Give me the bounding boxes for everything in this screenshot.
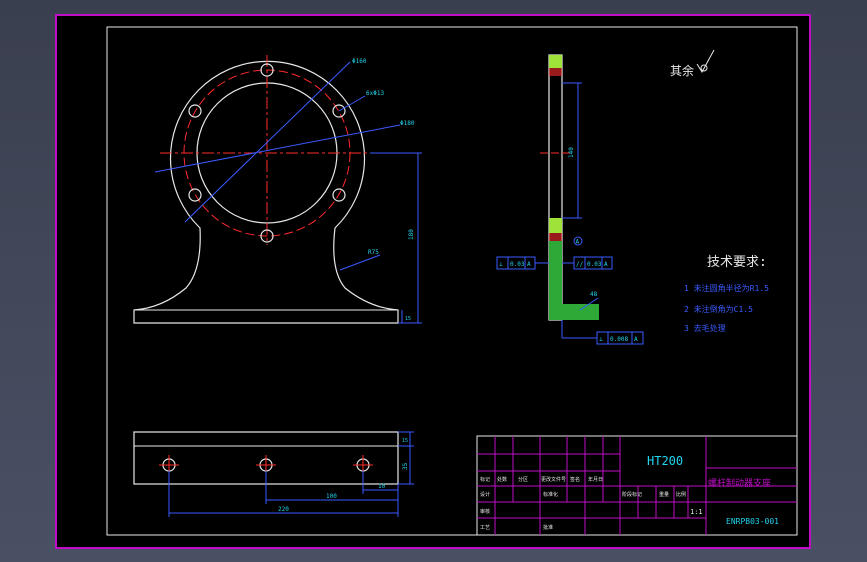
tb-label: 审核 — [480, 508, 490, 515]
tb-label: 分区 — [518, 476, 528, 483]
hatch-mid — [549, 218, 562, 233]
dim-flange: 48 — [590, 291, 598, 298]
cad-viewport[interactable]: Φ160 6xΦ13 Φ180 R75 180 15 140 48 A ⊥ 0.… — [0, 0, 867, 562]
drawing-number: ENRPB03-001 — [726, 517, 779, 526]
dim-bolt-circle: Φ160 — [352, 58, 367, 65]
tol-left-value: 0.03 — [510, 261, 525, 268]
part-name: 螺杆制动器支座 — [708, 477, 771, 489]
tol-right-symbol: // — [576, 261, 584, 268]
tb-label: 签名 — [570, 476, 580, 483]
dim-length: 140 — [568, 147, 575, 158]
tol-bottom-datum: A — [634, 336, 638, 343]
tb-label: 处数 — [497, 476, 507, 483]
material: HT200 — [647, 454, 683, 468]
tol-left-symbol: ⊥ — [499, 261, 503, 268]
dim-end-offset: 10 — [378, 483, 386, 490]
tb-label: 设计 — [480, 491, 490, 498]
tb-label: 比例 — [676, 491, 686, 498]
datum-label: A — [576, 239, 580, 246]
side-view-hole-bottom — [549, 233, 562, 241]
dim-outer: Φ180 — [400, 120, 415, 127]
dim-thickness: 15 — [402, 438, 408, 444]
tol-left-datum: A — [527, 261, 531, 268]
tb-label: 批准 — [543, 524, 553, 531]
tb-label: 更改文件号 — [541, 476, 566, 483]
side-view-hole-top — [549, 68, 562, 76]
tol-right-datum: A — [604, 261, 608, 268]
dim-height: 180 — [408, 229, 415, 240]
tech-note: 1 未注圆角半径为R1.5 — [684, 283, 769, 293]
tech-note: 3 去毛处理 — [684, 323, 726, 333]
scale-value: 1:1 — [690, 508, 703, 516]
dim-fillet: R75 — [368, 249, 379, 256]
roughness-note: 其余 — [670, 63, 694, 78]
dim-hole-spacing: 100 — [326, 493, 337, 500]
tech-title: 技术要求: — [707, 255, 767, 270]
dim-width: 35 — [402, 462, 409, 470]
hatch-top — [549, 55, 562, 68]
tb-label: 年月日 — [588, 476, 603, 483]
dim-base: 15 — [405, 316, 411, 322]
tb-label: 标准化 — [543, 491, 558, 498]
tb-label: 标记 — [480, 476, 490, 483]
tb-label: 阶段标记 — [622, 491, 642, 498]
cad-drawing: Φ160 6xΦ13 Φ180 R75 180 15 140 48 A ⊥ 0.… — [55, 14, 811, 549]
tol-bottom-value: 0.008 — [610, 336, 628, 343]
tech-note: 2 未注倒角为C1.5 — [684, 304, 753, 314]
tb-label: 工艺 — [480, 525, 490, 531]
tol-bottom-symbol: ⊥ — [599, 336, 603, 343]
dim-total-length: 220 — [278, 506, 289, 513]
tb-label: 重量 — [659, 491, 669, 498]
tol-right-value: 0.03 — [587, 261, 602, 268]
dim-holes: 6xΦ13 — [366, 90, 384, 97]
